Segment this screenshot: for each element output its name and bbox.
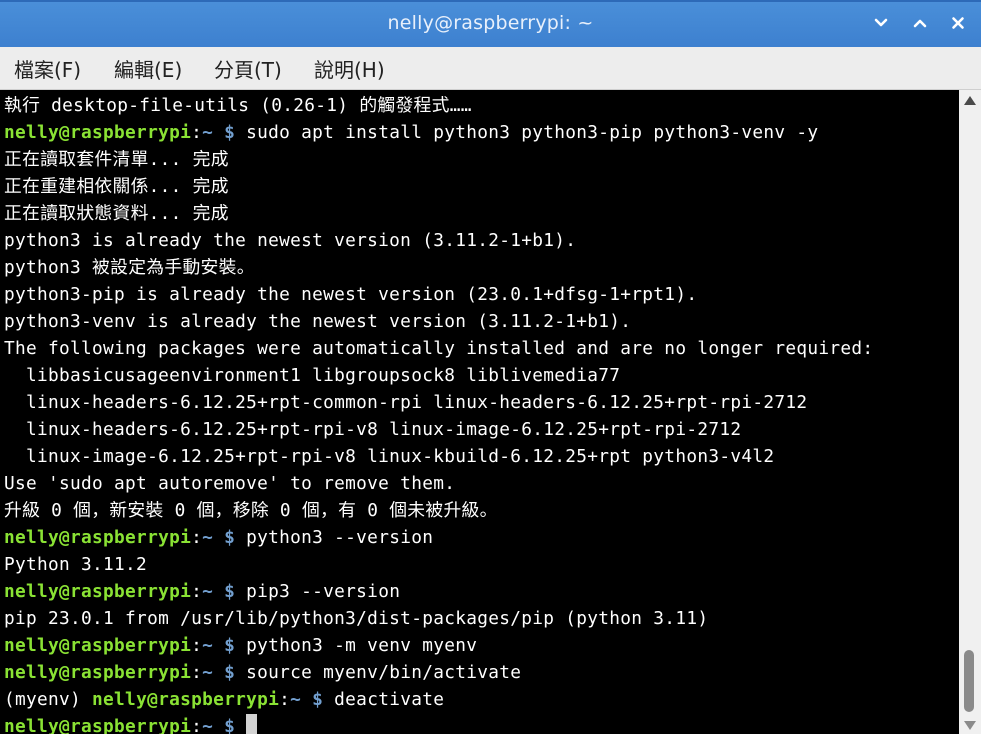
prompt-path: ~ $ xyxy=(202,581,236,602)
prompt-colon: : xyxy=(191,635,203,656)
prompt-colon: : xyxy=(191,527,203,548)
scroll-up-icon[interactable] xyxy=(963,94,977,106)
command-text: python3 --version xyxy=(235,527,434,548)
command-text: deactivate xyxy=(323,689,445,710)
terminal-output[interactable]: 執行 desktop-file-utils (0.26-1) 的觸發程式…… ne… xyxy=(0,90,959,734)
output-text: 執行 desktop-file-utils (0.26-1) 的觸發程式…… xyxy=(4,95,472,116)
output-text: python3 被設定為手動安裝。 xyxy=(4,257,255,278)
menu-help[interactable]: 說明(H) xyxy=(314,54,385,83)
text-cursor xyxy=(246,714,258,734)
menu-tabs[interactable]: 分頁(T) xyxy=(214,54,282,83)
output-line: pip 23.0.1 from /usr/lib/python3/dist-pa… xyxy=(4,605,708,632)
output-line: python3 被設定為手動安裝。 xyxy=(4,254,255,281)
maximize-button[interactable] xyxy=(907,10,933,36)
prompt-line: (myenv) nelly@raspberrypi:~ $ deactivate xyxy=(4,686,444,713)
menu-bar: 檔案(F) 編輯(E) 分頁(T) 說明(H) xyxy=(0,47,981,90)
prompt-colon: : xyxy=(191,662,203,683)
output-line: 正在讀取套件清單... 完成 xyxy=(4,146,229,173)
output-line: Python 3.11.2 xyxy=(4,551,147,578)
output-text: linux-image-6.12.25+rpt-rpi-v8 linux-kbu… xyxy=(4,446,775,467)
output-line: python3 is already the newest version (3… xyxy=(4,227,576,254)
command-text: source myenv/bin/activate xyxy=(235,662,522,683)
prompt-colon: : xyxy=(191,122,203,143)
prompt-path: ~ $ xyxy=(202,716,236,734)
output-line: Use 'sudo apt autoremove' to remove them… xyxy=(4,470,455,497)
scroll-down-icon[interactable] xyxy=(963,720,977,732)
prompt-path: ~ $ xyxy=(202,122,236,143)
output-line: 正在重建相依關係... 完成 xyxy=(4,173,229,200)
output-text: linux-headers-6.12.25+rpt-common-rpi lin… xyxy=(4,392,808,413)
output-text: The following packages were automaticall… xyxy=(4,338,874,359)
prompt-line: nelly@raspberrypi:~ $ source myenv/bin/a… xyxy=(4,659,521,686)
prompt-line: nelly@raspberrypi:~ $ python3 --version xyxy=(4,524,433,551)
chevron-down-icon xyxy=(874,18,888,27)
prompt-path: ~ $ xyxy=(202,635,236,656)
chevron-up-icon xyxy=(913,19,927,28)
prompt-user: nelly@raspberrypi xyxy=(4,716,192,734)
prompt-path: ~ $ xyxy=(290,689,324,710)
output-text: python3-pip is already the newest versio… xyxy=(4,284,698,305)
output-line: linux-image-6.12.25+rpt-rpi-v8 linux-kbu… xyxy=(4,443,774,470)
venv-prefix: (myenv) xyxy=(4,689,93,710)
prompt-colon: : xyxy=(191,716,203,734)
prompt-user: nelly@raspberrypi xyxy=(4,635,192,656)
output-text: python3 is already the newest version (3… xyxy=(4,230,577,251)
menu-file[interactable]: 檔案(F) xyxy=(14,54,81,83)
command-text: pip3 --version xyxy=(235,581,401,602)
output-text: libbasicusageenvironment1 libgroupsock8 … xyxy=(4,365,621,386)
output-line: linux-headers-6.12.25+rpt-common-rpi lin… xyxy=(4,389,807,416)
output-line: The following packages were automaticall… xyxy=(4,335,873,362)
output-line: 正在讀取狀態資料... 完成 xyxy=(4,200,229,227)
output-text: 正在重建相依關係... 完成 xyxy=(4,176,229,197)
prompt-line: nelly@raspberrypi:~ $ sudo apt install p… xyxy=(4,119,818,146)
output-line: python3-venv is already the newest versi… xyxy=(4,308,631,335)
output-line: 升級 0 個，新安裝 0 個，移除 0 個，有 0 個未被升級。 xyxy=(4,497,498,524)
output-text: linux-headers-6.12.25+rpt-rpi-v8 linux-i… xyxy=(4,419,742,440)
output-text: 正在讀取狀態資料... 完成 xyxy=(4,203,229,224)
prompt-path: ~ $ xyxy=(202,662,236,683)
prompt-user: nelly@raspberrypi xyxy=(4,662,192,683)
output-line: 執行 desktop-file-utils (0.26-1) 的觸發程式…… xyxy=(4,92,472,119)
scrollbar-thumb[interactable] xyxy=(964,650,974,712)
window-title: nelly@raspberrypi: ~ xyxy=(387,12,594,34)
output-text: python3-venv is already the newest versi… xyxy=(4,311,632,332)
terminal-window: nelly@raspberrypi: ~ 檔案(F) 編輯(E) 分頁(T) 說… xyxy=(0,0,981,734)
close-button[interactable] xyxy=(945,10,971,36)
menu-edit[interactable]: 編輯(E) xyxy=(114,54,182,83)
close-icon xyxy=(952,17,964,29)
prompt-colon: : xyxy=(191,581,203,602)
prompt-path: ~ $ xyxy=(202,527,236,548)
prompt-line: nelly@raspberrypi:~ $ python3 -m venv my… xyxy=(4,632,477,659)
prompt-line: nelly@raspberrypi:~ $ xyxy=(4,713,258,734)
output-line: python3-pip is already the newest versio… xyxy=(4,281,697,308)
command-text: sudo apt install python3 python3-pip pyt… xyxy=(235,122,819,143)
prompt-colon: : xyxy=(279,689,291,710)
prompt-user: nelly@raspberrypi xyxy=(4,527,192,548)
output-text: 正在讀取套件清單... 完成 xyxy=(4,149,229,170)
output-text: Use 'sudo apt autoremove' to remove them… xyxy=(4,473,456,494)
title-bar[interactable]: nelly@raspberrypi: ~ xyxy=(0,0,981,47)
prompt-user: nelly@raspberrypi xyxy=(4,122,192,143)
command-text: python3 -m venv myenv xyxy=(235,635,478,656)
command-text xyxy=(235,716,246,734)
output-line: libbasicusageenvironment1 libgroupsock8 … xyxy=(4,362,620,389)
output-line: linux-headers-6.12.25+rpt-rpi-v8 linux-i… xyxy=(4,416,741,443)
minimize-button[interactable] xyxy=(868,10,894,36)
scrollbar[interactable] xyxy=(959,90,981,734)
output-text: 升級 0 個，新安裝 0 個，移除 0 個，有 0 個未被升級。 xyxy=(4,500,498,521)
prompt-user: nelly@raspberrypi xyxy=(92,689,280,710)
output-text: Python 3.11.2 xyxy=(4,554,148,575)
prompt-line: nelly@raspberrypi:~ $ pip3 --version xyxy=(4,578,400,605)
prompt-user: nelly@raspberrypi xyxy=(4,581,192,602)
output-text: pip 23.0.1 from /usr/lib/python3/dist-pa… xyxy=(4,608,709,629)
